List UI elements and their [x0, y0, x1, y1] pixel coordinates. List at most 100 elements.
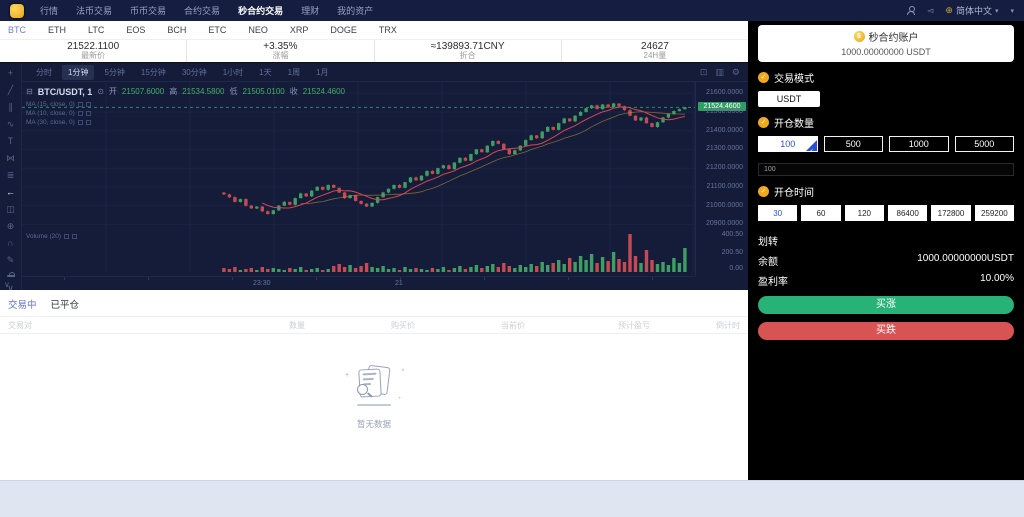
ma-eye-icon[interactable]: [78, 111, 83, 116]
price-axis-label: 20900.0000: [706, 220, 743, 227]
timeframe-15m[interactable]: 15分钟: [135, 65, 172, 80]
nav-item-contract-trade[interactable]: 合约交易: [184, 4, 220, 17]
ma-settings-icon[interactable]: [86, 120, 91, 125]
nav-item-second-contract[interactable]: 秒合约交易: [238, 4, 283, 17]
indicators-icon[interactable]: ▥: [715, 67, 724, 78]
lock-icon[interactable]: [7, 275, 15, 277]
bars-pattern-icon[interactable]: ◫: [4, 203, 18, 215]
forecast-tool-icon[interactable]: ≣: [4, 169, 18, 181]
xabcd-pattern-icon[interactable]: ⋈: [4, 152, 18, 164]
time-option-172800[interactable]: 172800: [931, 205, 970, 221]
positions-panel: 交易中 已平仓 交易对 数量 购买价 当前价 预计盈亏 倒计时 +∘+: [0, 290, 748, 480]
ma-legend-2[interactable]: MA (10, close, 0): [26, 110, 75, 117]
coin-tab-doge[interactable]: DOGE: [330, 25, 368, 35]
volume-settings-icon[interactable]: [72, 234, 77, 239]
magnet-icon[interactable]: ∩: [4, 237, 18, 249]
header-amount: 数量: [195, 320, 305, 331]
parallel-channel-icon[interactable]: ∥: [4, 101, 18, 113]
coin-tab-xrp[interactable]: XRP: [290, 25, 320, 35]
text-tool-icon[interactable]: T: [4, 135, 18, 147]
nav-item-finance[interactable]: 理财: [301, 4, 319, 17]
nav-item-fiat-trade[interactable]: 法币交易: [76, 4, 112, 17]
ma-settings-icon[interactable]: [86, 111, 91, 116]
timeframe-1h[interactable]: 1小时: [217, 65, 249, 80]
candle-style-icon[interactable]: ⊙: [97, 87, 104, 96]
zoom-in-icon[interactable]: ⊕: [4, 220, 18, 232]
amount-options: 100✓ 500 1000 5000: [758, 136, 1014, 152]
last-price-label: 最新价: [81, 52, 105, 61]
price-axis[interactable]: 21524.4600 21600.000021500.000021400.000…: [695, 82, 748, 276]
coin-tab-neo[interactable]: NEO: [248, 25, 279, 35]
scroll-chevron-icon[interactable]: ∨: [4, 280, 10, 289]
time-option-60[interactable]: 60: [801, 205, 840, 221]
nav-item-assets[interactable]: 我的资产: [337, 4, 373, 17]
brush-icon[interactable]: ✎: [4, 254, 18, 266]
ma-eye-icon[interactable]: [78, 102, 83, 107]
timeframe-1d[interactable]: 1天: [253, 65, 277, 80]
coin-tab-bch[interactable]: BCH: [167, 25, 197, 35]
volume-eye-icon[interactable]: [64, 234, 69, 239]
coin-tab-eos[interactable]: EOS: [126, 25, 156, 35]
amount-option-5000[interactable]: 5000: [955, 136, 1015, 152]
close-label: 收: [290, 86, 298, 97]
amount-option-1000[interactable]: 1000: [889, 136, 949, 152]
arrow-tool-icon[interactable]: ←: [4, 186, 18, 198]
coin-tab-trx[interactable]: TRX: [379, 25, 408, 35]
buy-down-button[interactable]: 买跌: [758, 322, 1014, 340]
announcement-icon[interactable]: ◅: [927, 6, 933, 15]
trade-mode-section: ✓ 交易模式: [758, 70, 1014, 85]
tab-trading[interactable]: 交易中: [8, 297, 37, 311]
amount-option-500[interactable]: 500: [824, 136, 884, 152]
timeframe-1m[interactable]: 1分钟: [62, 65, 94, 80]
more-chevron-icon[interactable]: ▾: [1010, 7, 1014, 15]
brand-logo-icon[interactable]: [10, 4, 24, 18]
mode-usdt-button[interactable]: USDT: [758, 91, 820, 107]
crosshair-icon[interactable]: +: [4, 67, 18, 79]
timeframe-5m[interactable]: 5分钟: [98, 65, 130, 80]
timeframe-30m[interactable]: 30分钟: [176, 65, 213, 80]
timeframe-time[interactable]: 分时: [30, 65, 58, 80]
ticker-last-price: 21522.1100 最新价: [0, 40, 186, 62]
ma-settings-icon[interactable]: [86, 102, 91, 107]
symbol-name[interactable]: BTC/USDT, 1: [38, 87, 93, 97]
timeframe-1mo[interactable]: 1月: [310, 65, 334, 80]
curve-tool-icon[interactable]: ∿: [4, 118, 18, 130]
user-icon[interactable]: [907, 6, 915, 15]
order-panel: $ 秒合约账户 1000.00000000 USDT ✓ 交易模式 USDT ✓…: [748, 21, 1024, 480]
check-icon: ✓: [758, 186, 769, 197]
coin-tab-ltc[interactable]: LTC: [88, 25, 115, 35]
ma-legend-1[interactable]: MA (15, close, 0): [26, 101, 75, 108]
tab-closed[interactable]: 已平仓: [51, 297, 80, 311]
time-option-86400[interactable]: 86400: [888, 205, 927, 221]
time-axis[interactable]: 23:3021: [22, 276, 695, 290]
price-axis-label: 21300.0000: [706, 145, 743, 152]
ticker-bar: 21522.1100 最新价 +3.35% 涨幅 ≈139893.71CNY 折…: [0, 40, 748, 63]
chart-settings-icon[interactable]: ⚙: [732, 67, 740, 78]
coin-tab-btc[interactable]: BTC: [8, 25, 37, 35]
transfer-link[interactable]: 划转: [758, 233, 1014, 248]
coin-icon: $: [854, 31, 865, 42]
language-selector[interactable]: ⊕ 简体中文 ▾: [945, 4, 998, 17]
timeframe-1w[interactable]: 1周: [282, 65, 306, 80]
time-option-30[interactable]: 30: [758, 205, 797, 221]
ma-legend-3[interactable]: MA (30, close, 0): [26, 119, 75, 126]
volume-legend-text[interactable]: Volume (20): [26, 233, 61, 240]
candlestick-chart[interactable]: + ╱ ∥ ∿ T ⋈ ≣ ← ◫ ⊕ ∩ ✎ ∨ 分时 1: [0, 63, 748, 290]
nav-item-spot-trade[interactable]: 币币交易: [130, 4, 166, 17]
ma-eye-icon[interactable]: [78, 120, 83, 125]
buy-up-button[interactable]: 买涨: [758, 296, 1014, 314]
ma-legend-block: MA (15, close, 0) MA (10, close, 0) MA (…: [26, 100, 91, 127]
ticker-cny-equivalent: ≈139893.71CNY 折合: [374, 40, 561, 62]
time-option-120[interactable]: 120: [845, 205, 884, 221]
coin-tab-eth[interactable]: ETH: [48, 25, 77, 35]
amount-input[interactable]: [758, 163, 1014, 176]
nav-item-market[interactable]: 行情: [40, 4, 58, 17]
time-option-259200[interactable]: 259200: [975, 205, 1014, 221]
trend-line-icon[interactable]: ╱: [4, 84, 18, 96]
chart-plot-area[interactable]: [22, 82, 695, 276]
amount-option-100[interactable]: 100✓: [758, 136, 818, 152]
coin-tab-etc[interactable]: ETC: [208, 25, 237, 35]
watchlist-icon[interactable]: ⊟: [26, 87, 33, 96]
low-value: 21505.0100: [242, 87, 284, 96]
fullscreen-icon[interactable]: ⊡: [700, 67, 708, 78]
